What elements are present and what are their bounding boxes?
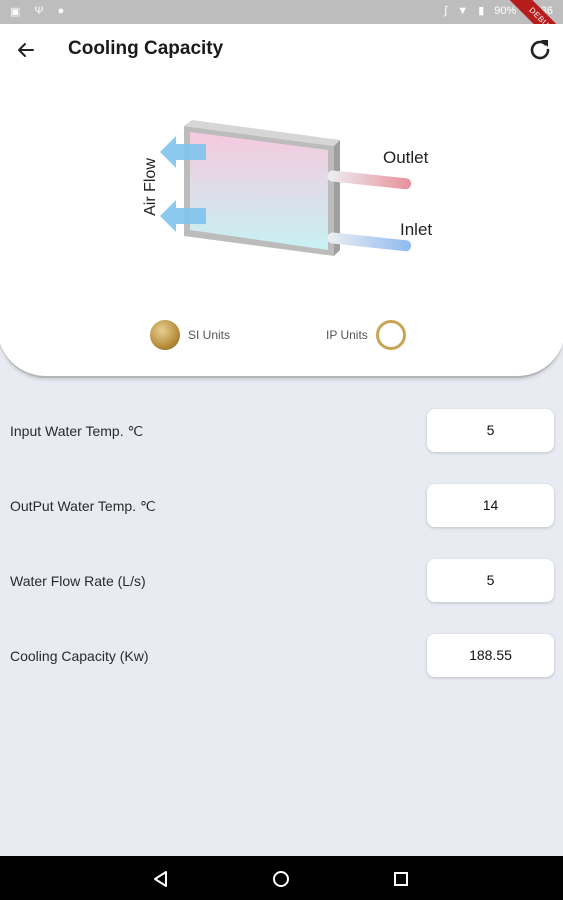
header-card: Outlet Inlet Air Flow SI Units IP Units — [0, 76, 563, 378]
ip-units-label: IP Units — [326, 328, 368, 342]
back-button[interactable] — [12, 36, 40, 64]
output-water-temp-field[interactable]: 14 — [427, 484, 554, 527]
bluetooth-icon: ∫ — [444, 4, 448, 17]
outlet-label: Outlet — [383, 148, 429, 167]
coil-illustration — [160, 120, 412, 256]
water-flow-rate-field[interactable]: 5 — [427, 559, 554, 602]
nav-home-button[interactable] — [268, 866, 294, 892]
location-icon: ● — [57, 5, 65, 17]
status-bar: ▣ Ψ ● ∫ ▼ ▮ 90% 11:36 DEBUG — [0, 0, 563, 62]
wifi-icon: ▼ — [457, 4, 469, 17]
cooling-capacity-field[interactable]: 188.55 — [427, 634, 554, 677]
input-water-temp-row: Input Water Temp. ℃ 5 — [0, 409, 563, 453]
cooling-capacity-row: Cooling Capacity (Kw) 188.55 — [0, 634, 563, 678]
arrow-back-icon — [18, 43, 34, 57]
ip-units-radio[interactable] — [375, 320, 406, 350]
cooling-capacity-label: Cooling Capacity (Kw) — [10, 648, 149, 664]
inlet-label: Inlet — [400, 220, 433, 239]
system-nav-bar — [0, 856, 563, 900]
usb-icon: Ψ — [34, 5, 44, 17]
si-units-option[interactable]: SI Units — [150, 320, 230, 350]
input-water-temp-label: Input Water Temp. ℃ — [10, 423, 144, 439]
refresh-button[interactable] — [525, 35, 555, 65]
circle-home-icon — [273, 871, 289, 887]
heat-exchanger-diagram: Outlet Inlet Air Flow — [118, 116, 448, 286]
app-bar: Cooling Capacity — [0, 24, 563, 76]
si-units-label: SI Units — [188, 328, 231, 342]
nav-back-button[interactable] — [148, 866, 174, 892]
water-flow-rate-row: Water Flow Rate (L/s) 5 — [0, 559, 563, 603]
water-flow-rate-label: Water Flow Rate (L/s) — [10, 573, 146, 589]
refresh-icon — [530, 40, 550, 60]
square-recents-icon — [394, 872, 408, 886]
ip-units-option[interactable]: IP Units — [326, 320, 406, 350]
input-water-temp-field[interactable]: 5 — [427, 409, 554, 452]
page-title: Cooling Capacity — [68, 38, 224, 59]
battery-level: 90% — [494, 4, 517, 17]
battery-icon: ▮ — [478, 5, 485, 17]
output-water-temp-label: OutPut Water Temp. ℃ — [10, 498, 156, 514]
output-water-temp-row: OutPut Water Temp. ℃ 14 — [0, 484, 563, 528]
screenshot-notification-icon: ▣ — [10, 6, 21, 18]
nav-recents-button[interactable] — [388, 866, 414, 892]
si-units-radio[interactable] — [150, 320, 180, 350]
triangle-back-icon — [154, 871, 167, 887]
airflow-label: Air Flow — [142, 158, 159, 216]
